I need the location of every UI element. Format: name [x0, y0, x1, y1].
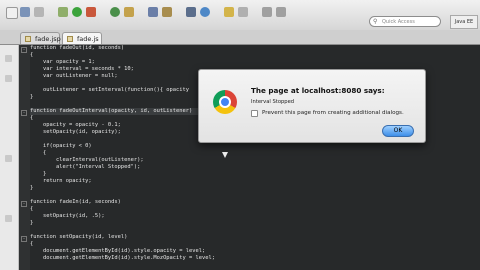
new-package-icon[interactable]	[124, 7, 134, 17]
code-line: var outListener = null;	[30, 73, 118, 79]
prevent-dialogs-checkbox[interactable]	[251, 110, 258, 117]
bookmark-icon	[5, 55, 12, 62]
web-browser-icon[interactable]	[200, 7, 210, 17]
code-line: if(opacity < 0)	[30, 143, 92, 149]
code-line: opacity = opacity - 0.1;	[30, 122, 121, 128]
new-class-icon[interactable]	[110, 7, 120, 17]
open-type-icon[interactable]	[148, 7, 158, 17]
back-icon[interactable]	[262, 7, 272, 17]
quick-access-placeholder: Quick Access	[382, 19, 415, 25]
code-line: function fadeOut(id, seconds)	[30, 45, 125, 51]
new-file-icon[interactable]	[6, 7, 18, 19]
bookmark-icon	[5, 155, 12, 162]
fold-ruler: - - - -	[19, 45, 30, 270]
code-line: function fadeOutInterval(opacity, id, ou…	[30, 108, 215, 115]
code-line: function setOpacity(id, level)	[30, 234, 128, 240]
code-line: var interval = seconds * 10;	[30, 66, 134, 72]
code-line: clearInterval(outListener);	[30, 157, 144, 163]
external-tools-icon[interactable]	[86, 7, 96, 17]
code-line: document.getElementById(id).style.opacit…	[30, 248, 206, 254]
alert-dialog: The page at localhost:8080 says: Interva…	[198, 69, 426, 143]
collapse-icon[interactable]: -	[21, 110, 27, 116]
dialog-title: The page at localhost:8080 says:	[251, 86, 385, 95]
code-line: {	[30, 52, 34, 58]
collapse-icon[interactable]: -	[21, 236, 27, 242]
code-line: alert("Interval Stopped");	[30, 164, 141, 170]
prevent-dialogs-label[interactable]: Prevent this page from creating addition…	[262, 110, 404, 117]
code-line: var opacity = 1;	[30, 59, 95, 65]
code-line: outListener = setInterval(function(){ op…	[30, 87, 190, 93]
search-icon: ⚲	[373, 18, 378, 25]
chrome-icon	[213, 90, 237, 114]
bookmark-icon	[5, 215, 12, 222]
file-icon	[67, 36, 73, 42]
toolbar: ⚲ Quick Access Java EE	[0, 0, 480, 31]
tab-fade-js[interactable]: fade.js	[62, 32, 102, 44]
code-line: {	[30, 206, 34, 212]
code-line: setOpacity(id, .5);	[30, 213, 105, 219]
code-line: }	[30, 94, 34, 100]
print-icon[interactable]	[34, 7, 44, 17]
editor-gutter	[0, 45, 19, 270]
editor-tab-bar: fade.jsp fade.js	[0, 30, 480, 45]
collapse-icon[interactable]: -	[21, 47, 27, 53]
code-lines: function fadeOut(id, seconds){ var opaci…	[30, 45, 215, 262]
code-line: }	[30, 220, 34, 226]
tab-label: fade.js	[77, 35, 99, 43]
tab-label: fade.jsp	[35, 35, 61, 43]
debug-icon[interactable]	[58, 7, 68, 17]
code-line: function fadeIn(id, seconds)	[30, 199, 121, 205]
code-line: {	[30, 241, 34, 247]
forward-icon[interactable]	[276, 7, 286, 17]
run-icon[interactable]	[72, 7, 82, 17]
server-icon[interactable]	[186, 7, 196, 17]
code-line: {	[30, 115, 34, 121]
code-line: setOpacity(id, opacity);	[30, 129, 121, 135]
file-icon	[25, 36, 31, 42]
code-line: {	[30, 150, 47, 156]
mouse-cursor	[222, 152, 228, 158]
code-line: return opacity;	[30, 178, 92, 184]
collapse-icon[interactable]: -	[21, 201, 27, 207]
save-icon[interactable]	[20, 7, 30, 17]
dialog-message: Interval Stopped	[251, 99, 295, 105]
search-icon[interactable]	[162, 7, 172, 17]
code-line: }	[30, 171, 47, 177]
code-line: }	[30, 185, 34, 191]
quick-access-input[interactable]: ⚲ Quick Access	[369, 16, 441, 27]
bookmark-icon	[5, 75, 12, 82]
code-line: document.getElementById(id).style.MozOpa…	[30, 255, 215, 261]
annotation-icon[interactable]	[224, 7, 234, 17]
next-annotation-icon[interactable]	[238, 7, 248, 17]
ok-button[interactable]: OK	[382, 125, 414, 137]
perspective-button[interactable]: Java EE	[450, 15, 478, 29]
tab-fade-jsp[interactable]: fade.jsp	[20, 32, 61, 44]
